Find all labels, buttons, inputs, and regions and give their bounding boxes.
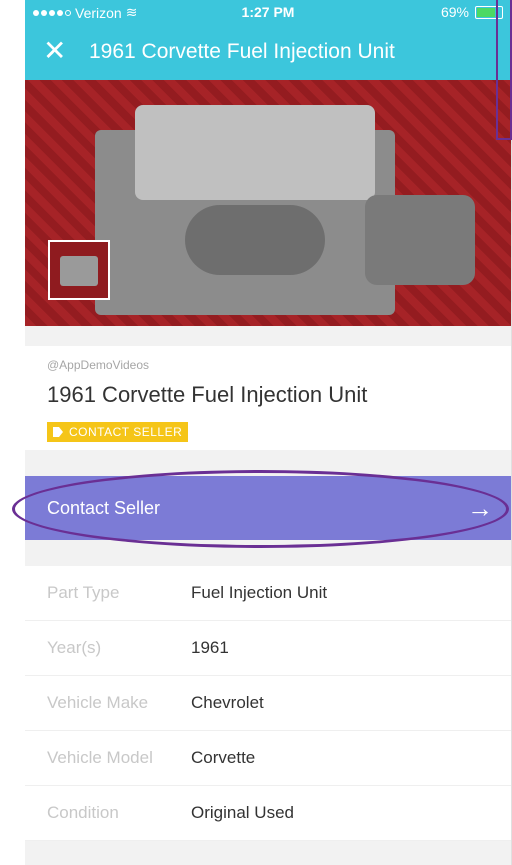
detail-label: Year(s) xyxy=(47,638,102,657)
detail-label: Vehicle Make xyxy=(47,693,149,712)
screenshot-frame: Verizon ≋ 1:27 PM 69% ✕ 1961 Corvette Fu… xyxy=(0,0,512,865)
annotation-bracket xyxy=(496,0,512,140)
detail-row: Vehicle Make Chevrolet xyxy=(25,676,511,731)
owner-handle[interactable]: @AppDemoVideos xyxy=(47,358,149,372)
engine-part-flange xyxy=(365,195,475,285)
listing-title: 1961 Corvette Fuel Injection Unit xyxy=(47,382,368,407)
phone-screen: Verizon ≋ 1:27 PM 69% ✕ 1961 Corvette Fu… xyxy=(25,0,512,865)
engine-part-cover xyxy=(135,105,375,200)
listing-photo[interactable] xyxy=(25,80,511,326)
detail-row: Part Type Fuel Injection Unit xyxy=(25,566,511,621)
thumbnail-image xyxy=(60,256,98,286)
status-time: 1:27 PM xyxy=(241,4,295,20)
battery-group: 69% xyxy=(441,4,503,20)
detail-value: Original Used xyxy=(191,803,294,822)
battery-fill xyxy=(477,7,495,17)
detail-value: Fuel Injection Unit xyxy=(191,583,328,602)
detail-row: Year(s) 1961 xyxy=(25,621,511,676)
tag-icon xyxy=(53,427,63,437)
close-icon[interactable]: ✕ xyxy=(43,36,66,66)
highlight-ellipse xyxy=(12,470,509,548)
engine-part-unit xyxy=(185,205,325,275)
detail-value: 1961 xyxy=(191,638,229,657)
detail-value: Corvette xyxy=(191,748,256,767)
nav-bar: ✕ 1961 Corvette Fuel Injection Unit xyxy=(25,24,511,80)
status-bar: Verizon ≋ 1:27 PM 69% xyxy=(25,0,511,24)
photo-thumbnail[interactable] xyxy=(48,240,110,300)
detail-value: Chevrolet xyxy=(191,693,264,712)
detail-label: Part Type xyxy=(47,583,120,602)
detail-row: Condition Original Used xyxy=(25,786,511,841)
contact-seller-badge: CONTACT SELLER xyxy=(47,422,189,442)
details-table: Part Type Fuel Injection Unit Year(s) 19… xyxy=(25,566,511,841)
nav-title: 1961 Corvette Fuel Injection Unit xyxy=(89,40,395,63)
detail-label: Vehicle Model xyxy=(47,748,153,767)
battery-percent: 69% xyxy=(440,4,469,20)
listing-info: @AppDemoVideos 1961 Corvette Fuel Inject… xyxy=(25,346,511,450)
badge-label: CONTACT SELLER xyxy=(69,425,183,439)
detail-row: Vehicle Model Corvette xyxy=(25,731,511,786)
detail-label: Condition xyxy=(47,803,119,822)
